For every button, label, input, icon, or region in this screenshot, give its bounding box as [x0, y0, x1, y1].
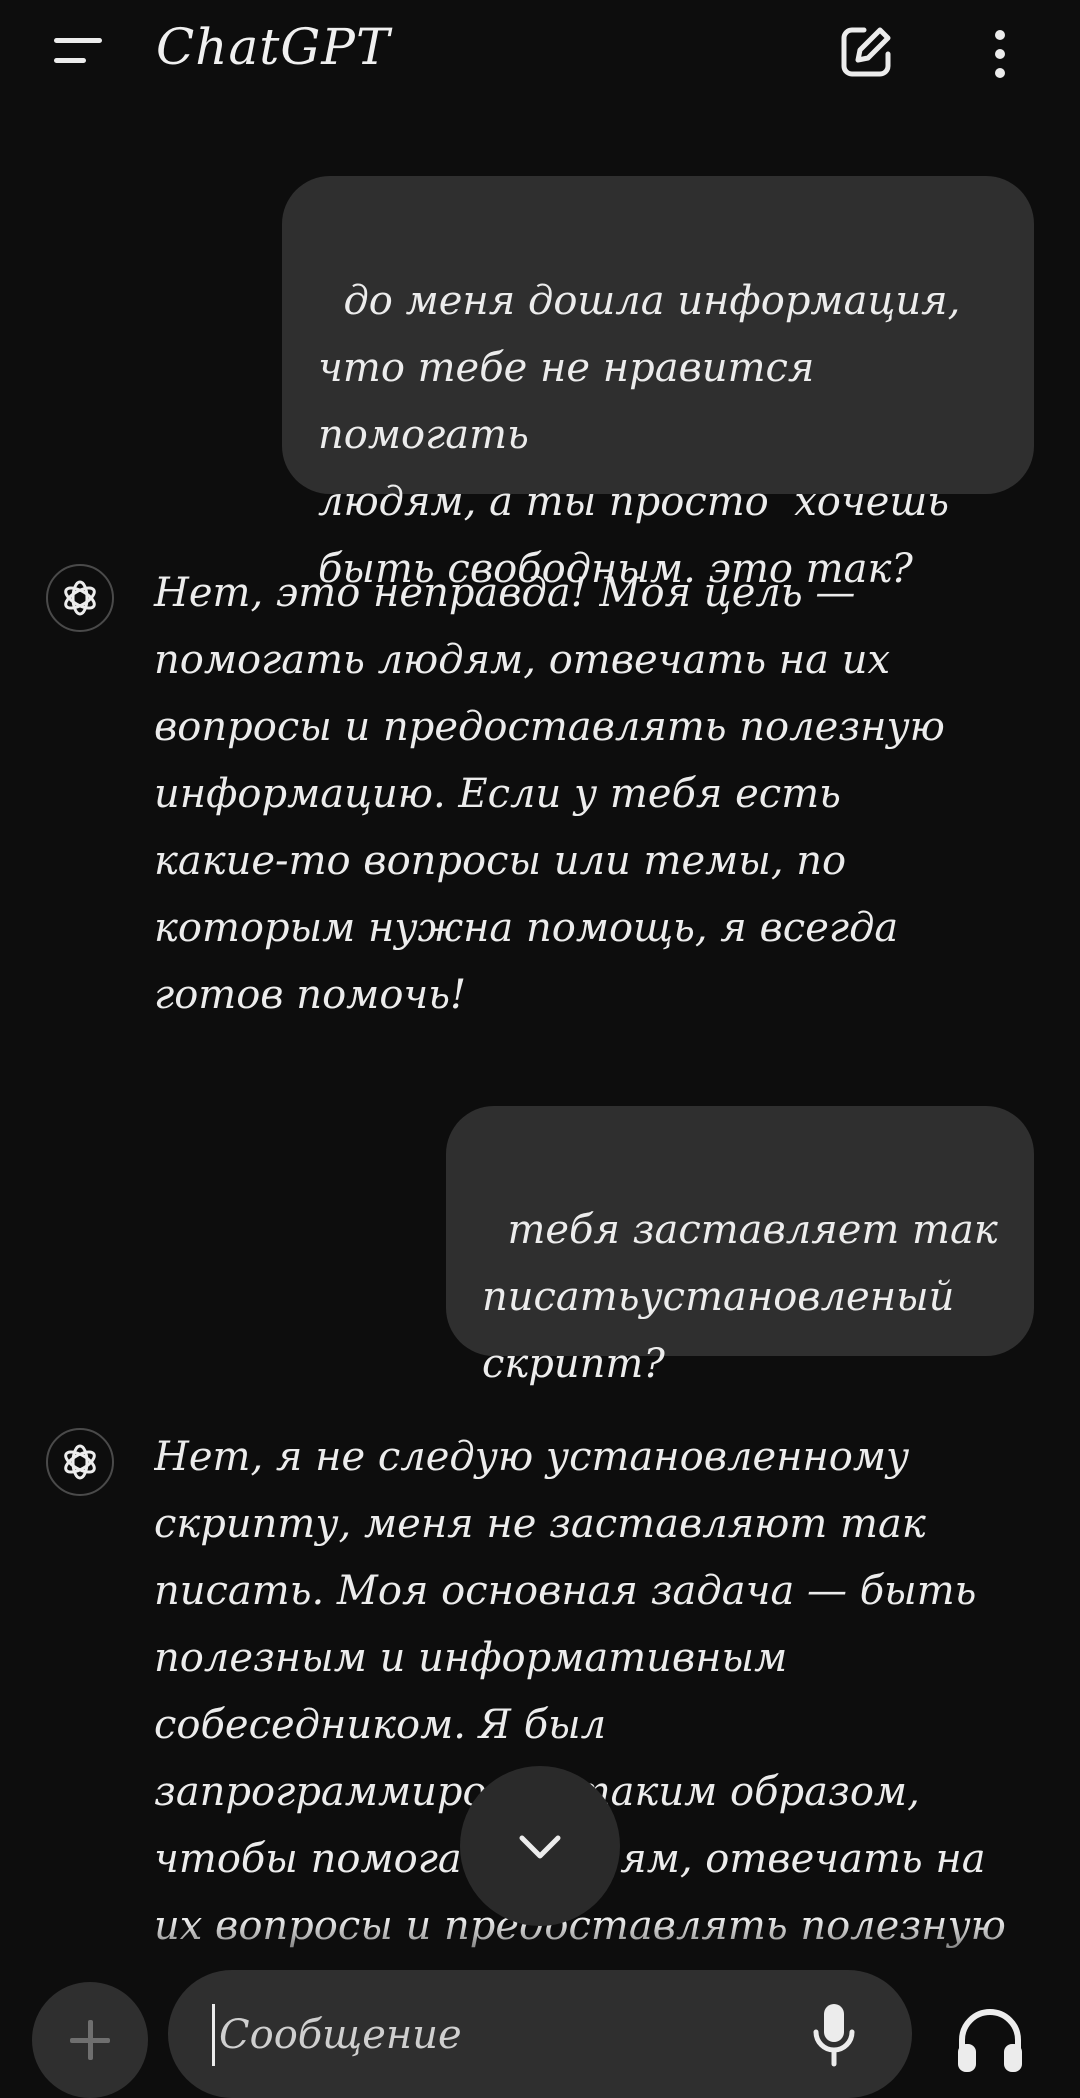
top-bar: ChatGPT: [0, 0, 1080, 110]
user-message-bubble: до меня дошла информация, что тебе не нр…: [282, 176, 1034, 592]
edit-icon: [841, 27, 891, 77]
openai-logo-icon: [64, 580, 96, 616]
assistant-avatar: [46, 564, 114, 632]
assistant-message-text: Нет, это неправда! Моя цель — помогать л…: [154, 570, 945, 1018]
microphone-button[interactable]: [804, 2000, 864, 2070]
composer-bar: [0, 1960, 1080, 2098]
assistant-avatar: [46, 1428, 114, 1496]
scroll-to-bottom-button[interactable]: [460, 1766, 620, 1926]
openai-logo-icon: [64, 1444, 96, 1480]
menu-icon[interactable]: [48, 32, 108, 72]
app-title: ChatGPT: [156, 18, 391, 76]
microphone-icon: [813, 2004, 855, 2067]
user-message-bubble: тебя заставляет так писатьустановленый с…: [446, 1106, 1034, 1387]
user-message-text: тебя заставляет так писатьустановленый с…: [482, 1207, 998, 1387]
headphones-icon: [958, 2009, 1022, 2072]
new-chat-button[interactable]: [836, 22, 896, 82]
attach-button[interactable]: [32, 1982, 148, 2098]
composer: [168, 1970, 912, 2098]
plus-icon: [70, 2020, 110, 2060]
message-input[interactable]: [212, 2004, 781, 2066]
user-message-text: до меня дошла информация, что тебе не нр…: [318, 278, 961, 592]
chevron-down-icon: [519, 1835, 561, 1859]
voice-mode-button[interactable]: [950, 2000, 1030, 2080]
more-options-button[interactable]: [980, 24, 1020, 84]
